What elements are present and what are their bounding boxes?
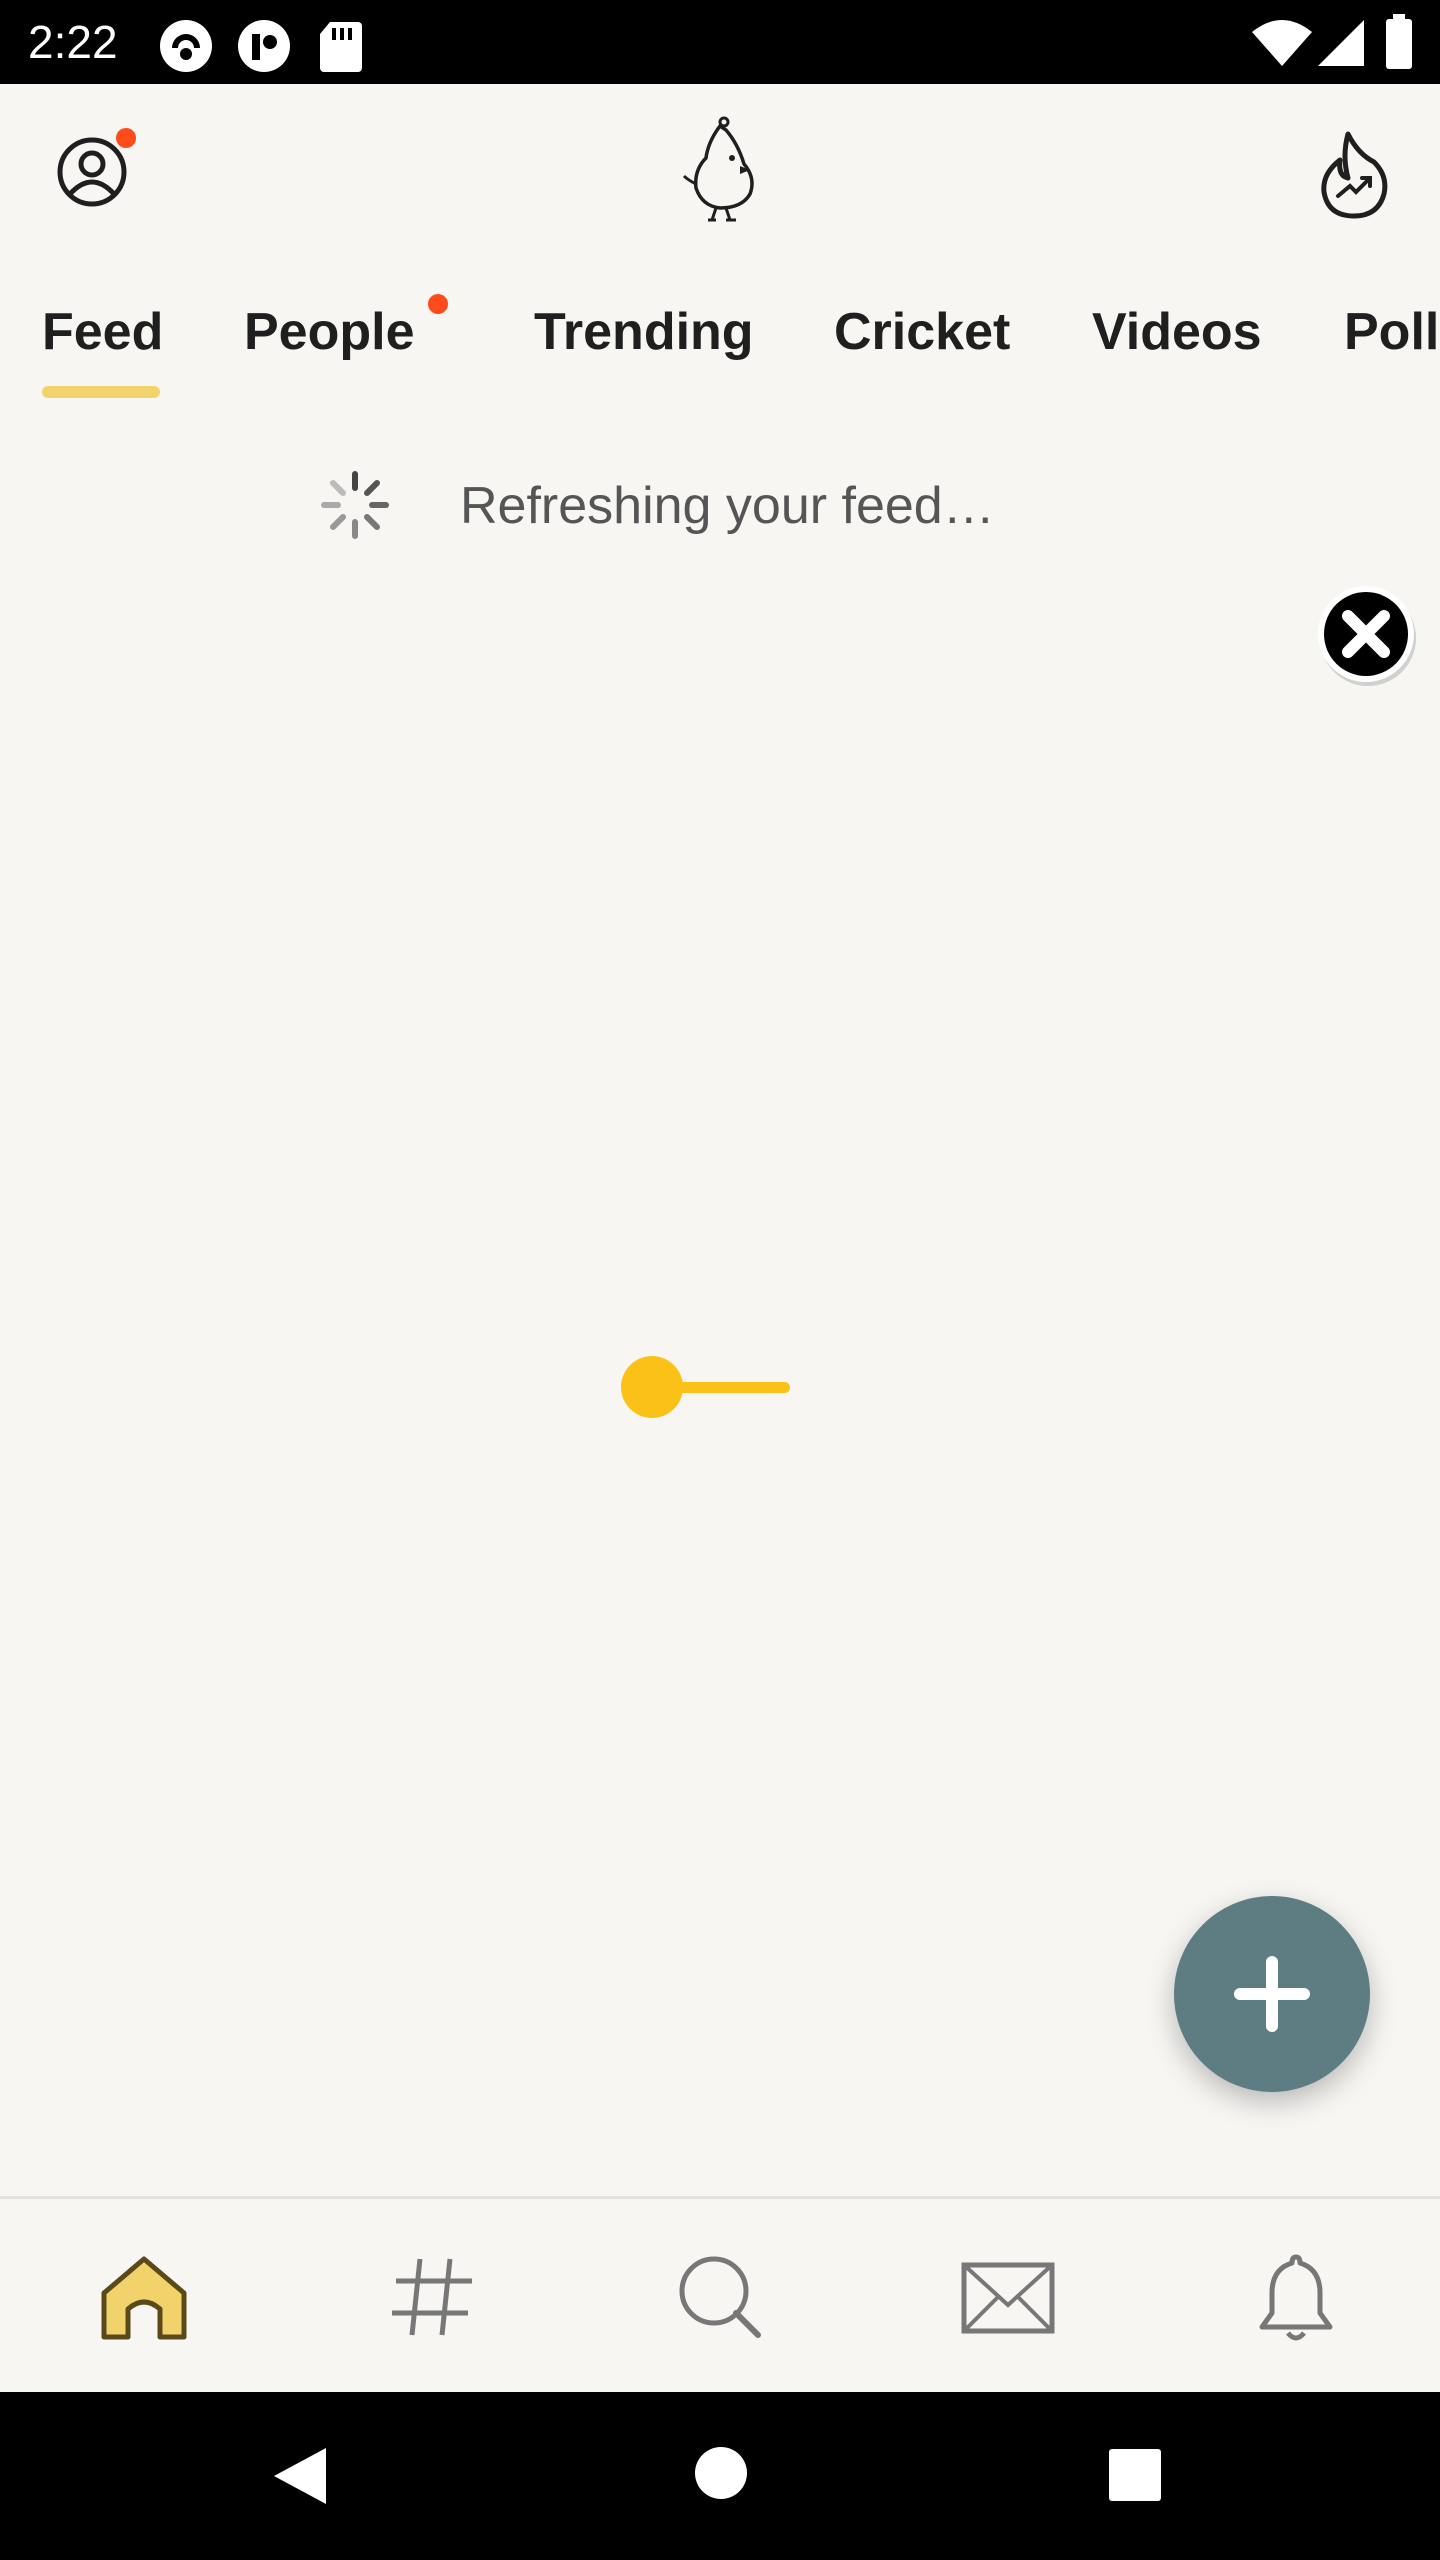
trending-button[interactable] bbox=[1318, 130, 1390, 220]
recents-icon[interactable] bbox=[1108, 2448, 1162, 2507]
status-time: 2:22 bbox=[28, 16, 118, 68]
profile-notification-dot bbox=[116, 128, 136, 148]
tab-trending[interactable]: Trending bbox=[534, 302, 754, 362]
trending-fire-icon bbox=[1318, 131, 1390, 224]
status-bar: 2:22 bbox=[0, 0, 1440, 84]
people-notification-dot bbox=[428, 294, 448, 314]
wifi-icon bbox=[1252, 20, 1312, 71]
nav-home[interactable] bbox=[96, 2249, 192, 2345]
hashtag-icon bbox=[384, 2258, 480, 2349]
bell-icon bbox=[1248, 2254, 1344, 2349]
search-icon bbox=[672, 2256, 768, 2349]
back-icon[interactable] bbox=[270, 2444, 330, 2513]
profile-icon bbox=[50, 137, 134, 218]
nav-notifications[interactable] bbox=[1248, 2249, 1344, 2345]
close-overlay-button[interactable] bbox=[1310, 578, 1422, 690]
tab-poll[interactable]: Poll bbox=[1344, 302, 1439, 362]
close-icon bbox=[1310, 586, 1422, 694]
mail-icon bbox=[960, 2262, 1056, 2349]
category-tabs: Feed People Trending Cricket Videos Poll bbox=[0, 290, 1440, 400]
active-tab-indicator bbox=[42, 386, 160, 398]
tab-videos[interactable]: Videos bbox=[1092, 302, 1262, 362]
create-post-button[interactable] bbox=[1174, 1896, 1370, 2092]
loading-spinner-icon bbox=[318, 468, 392, 542]
nav-search[interactable] bbox=[672, 2249, 768, 2345]
app-notification-icon bbox=[158, 18, 214, 79]
bottom-navigation bbox=[0, 2196, 1440, 2392]
tab-feed[interactable]: Feed bbox=[42, 302, 163, 362]
nav-messages[interactable] bbox=[960, 2249, 1056, 2345]
loading-indicator bbox=[618, 1352, 794, 1422]
tab-people[interactable]: People bbox=[244, 302, 415, 362]
refresh-text: Refreshing your feed… bbox=[460, 477, 995, 535]
sd-card-icon bbox=[318, 18, 364, 79]
nav-hashtag[interactable] bbox=[384, 2249, 480, 2345]
refresh-status: Refreshing your feed… bbox=[0, 460, 1440, 550]
app-notification-icon-2 bbox=[236, 18, 292, 79]
top-header bbox=[0, 84, 1440, 254]
koo-bird-logo[interactable] bbox=[680, 114, 764, 224]
cell-signal-icon bbox=[1316, 18, 1366, 73]
home-icon bbox=[96, 2256, 192, 2349]
tab-cricket[interactable]: Cricket bbox=[834, 302, 1010, 362]
battery-icon bbox=[1384, 14, 1414, 75]
system-navigation-bar bbox=[0, 2392, 1440, 2560]
home-circle-icon[interactable] bbox=[694, 2446, 748, 2505]
